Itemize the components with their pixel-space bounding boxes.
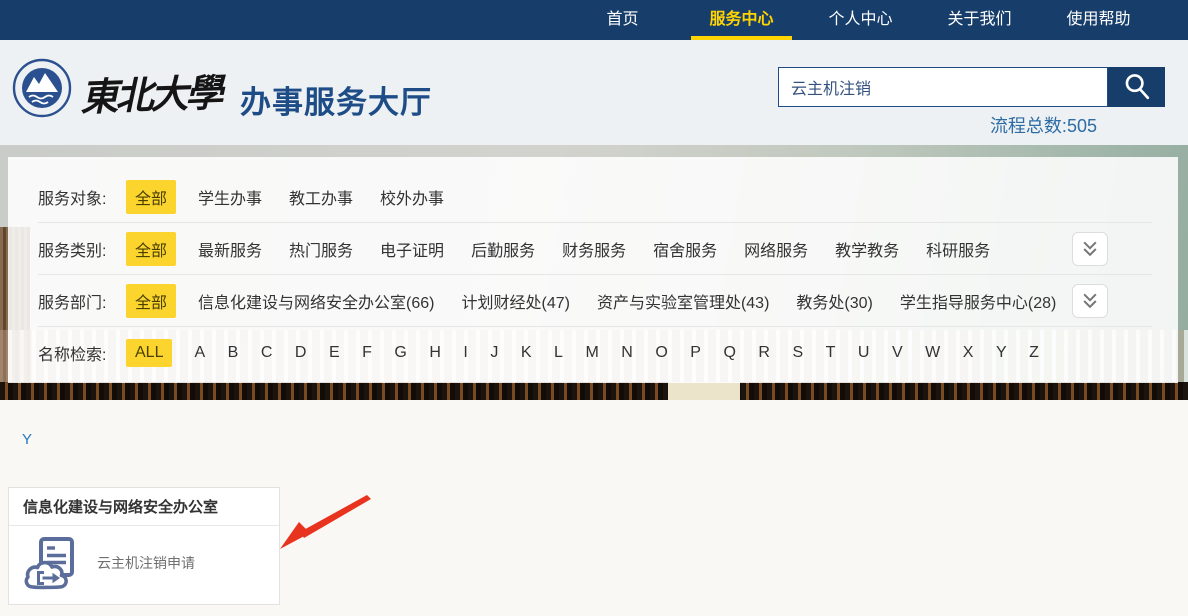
filter-option[interactable]: 电子证明 (380, 237, 444, 261)
service-hall-page: 首页 服务中心 个人中心 关于我们 使用帮助 東北大學 办事服务大厅 流程总 (0, 0, 1188, 616)
filter-label: 服务对象: (38, 190, 107, 208)
letter-option[interactable]: J (490, 344, 498, 362)
letter-option[interactable]: C (261, 344, 273, 362)
search-icon (1125, 74, 1149, 100)
service-item-cloud-host-cancellation[interactable]: 云主机注销申请 (9, 526, 279, 604)
filter-option[interactable]: 计划财经处(47) (461, 289, 569, 313)
flow-total-value: 505 (1066, 116, 1097, 136)
filter-option[interactable]: 财务服务 (562, 237, 626, 261)
expand-categories-button[interactable] (1072, 231, 1108, 266)
top-navigation: 首页 服务中心 个人中心 关于我们 使用帮助 (0, 0, 1188, 40)
filter-row-name-index: 名称检索: ALL A B C D E F G H I J K L M N O P Q R S T U V W X Y Z (38, 327, 1152, 379)
filter-row-department: 服务部门: 全部 信息化建设与网络安全办公室(66) 计划财经处(47) 资产与实验… (38, 275, 1152, 327)
search-input[interactable] (778, 67, 1108, 107)
filter-selected-all[interactable]: 全部 (126, 231, 177, 266)
letter-option[interactable]: Z (1029, 344, 1039, 362)
letter-option[interactable]: W (925, 344, 940, 362)
letter-option[interactable]: A (194, 344, 205, 362)
letter-option[interactable]: M (585, 344, 598, 362)
double-chevron-down-icon (1083, 293, 1097, 308)
filter-option[interactable]: 科研服务 (926, 237, 990, 261)
flow-total-count: 流程总数:505 (990, 112, 1097, 138)
department-card: 信息化建设与网络安全办公室 云主机注销申请 (8, 487, 280, 605)
site-header: 東北大學 办事服务大厅 流程总数:505 (0, 40, 1188, 145)
service-item-label: 云主机注销申请 (97, 555, 195, 571)
results-section: Y 信息化建设与网络安全办公室 云主机注销申请 (0, 400, 1188, 616)
flow-total-label: 流程总数: (989, 116, 1067, 136)
filter-label: 服务类别: (38, 242, 107, 260)
nav-item-about-us[interactable]: 关于我们 (920, 0, 1039, 40)
nav-item-home[interactable]: 首页 (563, 0, 682, 40)
filter-row-category: 服务类别: 全部 最新服务 热门服务 电子证明 后勤服务 财务服务 宿舍服务 网络服务 教学教… (38, 223, 1152, 275)
nav-item-personal-center[interactable]: 个人中心 (801, 0, 920, 40)
letter-option[interactable]: I (463, 344, 467, 362)
letter-option[interactable]: U (858, 344, 870, 362)
nav-item-help[interactable]: 使用帮助 (1039, 0, 1158, 40)
filter-label: 名称检索: (38, 347, 107, 364)
expand-departments-button[interactable] (1072, 283, 1108, 318)
filter-selected-all-letters[interactable]: ALL (126, 339, 173, 367)
search-button[interactable] (1108, 67, 1165, 107)
letter-option[interactable]: X (963, 344, 974, 362)
letter-index-options: A B C D E F G H I J K L M N O P Q R S T U V W X Y Z (194, 344, 1061, 362)
letter-option[interactable]: N (621, 344, 633, 362)
university-calligraphy-logotype: 東北大學 (79, 69, 221, 120)
filter-option[interactable]: 信息化建设与网络安全办公室(66) (198, 289, 434, 313)
letter-option[interactable]: Q (723, 344, 735, 362)
letter-option[interactable]: F (362, 344, 372, 362)
filter-label: 服务部门: (38, 294, 107, 312)
filter-option[interactable]: 教工办事 (289, 185, 353, 209)
filter-option[interactable]: 最新服务 (198, 237, 262, 261)
department-card-title: 信息化建设与网络安全办公室 (9, 488, 279, 526)
filter-option[interactable]: 热门服务 (289, 237, 353, 261)
filter-option[interactable]: 网络服务 (744, 237, 808, 261)
letter-option[interactable]: B (228, 344, 239, 362)
filter-option[interactable]: 资产与实验室管理处(43) (597, 289, 769, 313)
double-chevron-down-icon (1083, 241, 1097, 256)
search-bar (778, 67, 1165, 107)
letter-option[interactable]: D (295, 344, 307, 362)
letter-option[interactable]: G (394, 344, 406, 362)
letter-option[interactable]: R (758, 344, 770, 362)
filter-selected-all[interactable]: 全部 (126, 283, 177, 318)
filter-option[interactable]: 教学教务 (835, 237, 899, 261)
filter-option[interactable]: 后勤服务 (471, 237, 535, 261)
letter-option[interactable]: H (429, 344, 441, 362)
filter-option[interactable]: 学生指导服务中心(28) (900, 289, 1056, 313)
campus-banner: 服务对象: 全部 学生办事 教工办事 校外办事 服务类别: 全部 最新服务 热门服务 电… (0, 145, 1188, 400)
letter-option[interactable]: T (826, 344, 836, 362)
letter-option[interactable]: P (690, 344, 701, 362)
letter-option[interactable]: S (792, 344, 803, 362)
page-title: 办事服务大厅 (240, 85, 432, 120)
letter-group-heading: Y (22, 431, 33, 448)
filter-row-audience: 服务对象: 全部 学生办事 教工办事 校外办事 (38, 171, 1152, 223)
university-seal-logo (12, 58, 72, 118)
letter-option[interactable]: K (521, 344, 532, 362)
filter-option[interactable]: 宿舍服务 (653, 237, 717, 261)
filter-panel: 服务对象: 全部 学生办事 教工办事 校外办事 服务类别: 全部 最新服务 热门服务 电… (8, 157, 1178, 383)
letter-option[interactable]: Y (996, 344, 1007, 362)
banner-building-dark-strip (0, 382, 1188, 400)
filter-selected-all[interactable]: 全部 (126, 179, 177, 214)
letter-option[interactable]: O (655, 344, 667, 362)
filter-option[interactable]: 教务处(30) (796, 289, 872, 313)
cloud-document-export-icon (24, 537, 74, 590)
filter-option[interactable]: 学生办事 (198, 185, 262, 209)
filter-option[interactable]: 校外办事 (380, 185, 444, 209)
letter-option[interactable]: E (329, 344, 340, 362)
filter-options: 信息化建设与网络安全办公室(66) 计划财经处(47) 资产与实验室管理处(43) 教… (198, 289, 1083, 313)
banner-building-block (668, 382, 740, 400)
nav-item-service-center[interactable]: 服务中心 (682, 0, 801, 40)
letter-option[interactable]: V (892, 344, 903, 362)
letter-option[interactable]: L (554, 344, 563, 362)
filter-options: 学生办事 教工办事 校外办事 (198, 185, 471, 209)
filter-options: 最新服务 热门服务 电子证明 后勤服务 财务服务 宿舍服务 网络服务 教学教务 科研服务 (198, 237, 1017, 261)
